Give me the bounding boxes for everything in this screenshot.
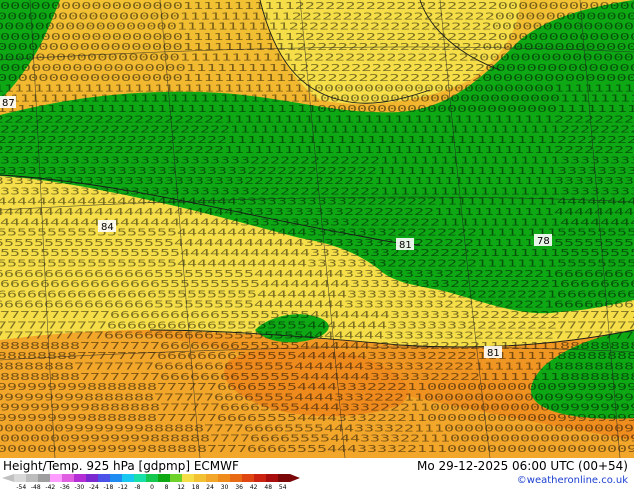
legend-swatch [146, 474, 158, 482]
legend-swatch [26, 474, 38, 482]
legend-swatch [122, 474, 134, 482]
legend-tick-label: -54 [16, 484, 26, 490]
legend-tick-label: -36 [60, 484, 70, 490]
map-datetime: Mo 29-12-2025 06:00 UTC (00+54) [416, 459, 628, 473]
legend-swatch [86, 474, 98, 482]
legend-swatch [218, 474, 230, 482]
legend-swatch [134, 474, 146, 482]
legend-swatch [266, 474, 278, 482]
contour-label-81-north: 81 [399, 240, 412, 251]
legend-swatch [38, 474, 50, 482]
legend-tick-label: 0 [150, 484, 154, 490]
legend-swatch [182, 474, 194, 482]
legend-swatch [110, 474, 122, 482]
legend-tick-label: 42 [250, 484, 258, 490]
legend-swatch [242, 474, 254, 482]
legend-tick-label: -8 [134, 484, 140, 490]
legend-swatch [254, 474, 266, 482]
legend-tick-label: -24 [89, 484, 99, 490]
legend-tick-label: 36 [235, 484, 243, 490]
legend-swatches [2, 474, 300, 482]
contour-label-87: 87 [2, 98, 15, 109]
legend-swatch [14, 474, 26, 482]
legend-tick-label: -42 [45, 484, 55, 490]
legend-swatch [170, 474, 182, 482]
legend-swatch [278, 474, 290, 482]
legend-tick-label: 24 [206, 484, 214, 490]
legend-tick-label: 12 [177, 484, 185, 490]
legend-arrow-right [290, 474, 300, 482]
legend-swatch [74, 474, 86, 482]
legend-swatch [62, 474, 74, 482]
legend-swatch [98, 474, 110, 482]
legend-swatch [206, 474, 218, 482]
legend-tick-label: 8 [165, 484, 169, 490]
legend-swatch [50, 474, 62, 482]
weather-map: 0000000000000000001111111111122222222222… [0, 0, 634, 458]
footer-bar: Height/Temp. 925 hPa [gdpmp] ECMWF Mo 29… [0, 458, 634, 490]
map-title: Height/Temp. 925 hPa [gdpmp] ECMWF [3, 459, 239, 473]
legend-tick-label: -30 [74, 484, 84, 490]
color-legend: -54 -48 -42 -36 -30 -24 -18 -12 -8 0 8 12 18 24 30 36 42… [2, 474, 300, 490]
legend-arrow-left [2, 474, 14, 482]
legend-swatch [158, 474, 170, 482]
legend-tick-label: 54 [279, 484, 287, 490]
legend-swatch [230, 474, 242, 482]
legend-tick-label: 18 [192, 484, 200, 490]
legend-swatch [194, 474, 206, 482]
contour-label-84: 84 [101, 222, 114, 233]
legend-tick-labels: -54 -48 -42 -36 -30 -24 -18 -12 -8 0 8 12 18 24 30 36 42… [16, 484, 286, 490]
legend-tick-label: -48 [31, 484, 41, 490]
legend-tick-label: -12 [118, 484, 128, 490]
digit-row: 0000000999999998888887777666655554443333… [0, 444, 634, 455]
source-credit[interactable]: ©weatheronline.co.uk [517, 475, 628, 486]
contour-label-78: 78 [537, 236, 550, 247]
legend-tick-label: 30 [221, 484, 229, 490]
legend-tick-label: 48 [264, 484, 272, 490]
legend-tick-label: -18 [104, 484, 114, 490]
contour-label-81-south: 81 [487, 348, 500, 359]
